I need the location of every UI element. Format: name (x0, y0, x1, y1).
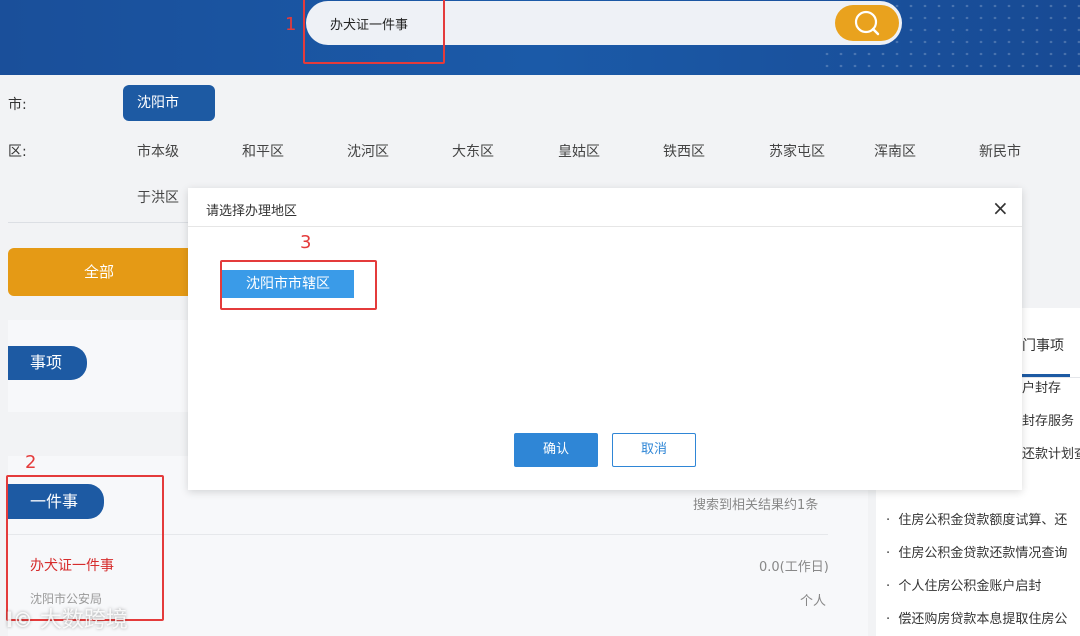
confirm-button[interactable]: 确认 (514, 433, 598, 467)
sidebar-item[interactable]: · 住房公积金贷款额度试算、还 (886, 509, 1067, 528)
dialog-header (188, 188, 1022, 227)
sidebar-item[interactable]: · 个人住房公积金账户启封 (886, 575, 1041, 594)
district-option[interactable]: 沈河区 (347, 141, 389, 161)
sidebar-item-label: 住房公积金贷款还款情况查询 (898, 546, 1068, 561)
district-option[interactable]: 铁西区 (663, 141, 705, 161)
annotation-box-2 (6, 475, 164, 621)
district-option[interactable]: 皇姑区 (558, 141, 600, 161)
district-option[interactable]: 市本级 (137, 141, 179, 161)
annotation-number-3: 3 (300, 232, 312, 253)
region-select-dialog: 请选择办理地区 × 沈阳市市辖区 3 确认 取消 (188, 188, 1022, 490)
district-option[interactable]: 浑南区 (874, 141, 916, 161)
district-option[interactable]: 新民市 (979, 141, 1021, 161)
dialog-title: 请选择办理地区 (206, 204, 298, 219)
result-target: 个人 (800, 594, 827, 609)
close-icon[interactable]: × (992, 196, 1009, 220)
district-label: 区: (8, 144, 27, 160)
city-option-selected[interactable]: 沈阳市 (123, 85, 215, 121)
city-label: 市: (8, 97, 27, 113)
sidebar-item[interactable]: 还款计划查询 (1022, 443, 1080, 462)
watermark-text: 大数跨境 (39, 608, 128, 633)
district-option[interactable]: 于洪区 (137, 187, 179, 207)
watermark-logo-mark: l© (6, 608, 33, 632)
district-option[interactable]: 大东区 (452, 141, 494, 161)
sidebar-item[interactable]: 封存服务 (1022, 410, 1074, 429)
annotation-box-1 (303, 0, 445, 64)
sidebar-item-label: 住房公积金贷款额度试算、还 (898, 513, 1068, 528)
sidebar-header: 门事项 (1022, 338, 1064, 354)
watermark-logo: l© 大数跨境 (6, 602, 128, 634)
result-duration: 0.0(工作日) (759, 560, 829, 575)
cancel-button[interactable]: 取消 (612, 433, 696, 467)
annotation-box-3 (220, 260, 377, 310)
annotation-number-1: 1 (285, 14, 297, 35)
search-icon (854, 10, 880, 36)
district-option[interactable]: 苏家屯区 (769, 141, 825, 161)
tab-all[interactable]: 全部 (8, 248, 198, 296)
district-option[interactable]: 和平区 (242, 141, 284, 161)
result-count: 搜索到相关结果约1条 (693, 498, 819, 513)
sidebar-list-2: · 住房公积金贷款额度试算、还 · 住房公积金贷款还款情况查询 · 个人住房公积… (876, 490, 1080, 636)
annotation-number-2: 2 (25, 452, 37, 473)
sidebar-item-label: 个人住房公积金账户启封 (898, 579, 1042, 594)
sidebar-item[interactable]: 户封存 (1022, 377, 1061, 396)
search-button[interactable] (835, 5, 899, 41)
sidebar-item[interactable]: · 偿还购房贷款本息提取住房公 (886, 608, 1067, 627)
sidebar-item[interactable]: · 住房公积金贷款还款情况查询 (886, 542, 1067, 561)
tab-items[interactable]: 事项 (8, 346, 87, 380)
sidebar-item-label: 偿还购房贷款本息提取住房公 (898, 612, 1068, 627)
